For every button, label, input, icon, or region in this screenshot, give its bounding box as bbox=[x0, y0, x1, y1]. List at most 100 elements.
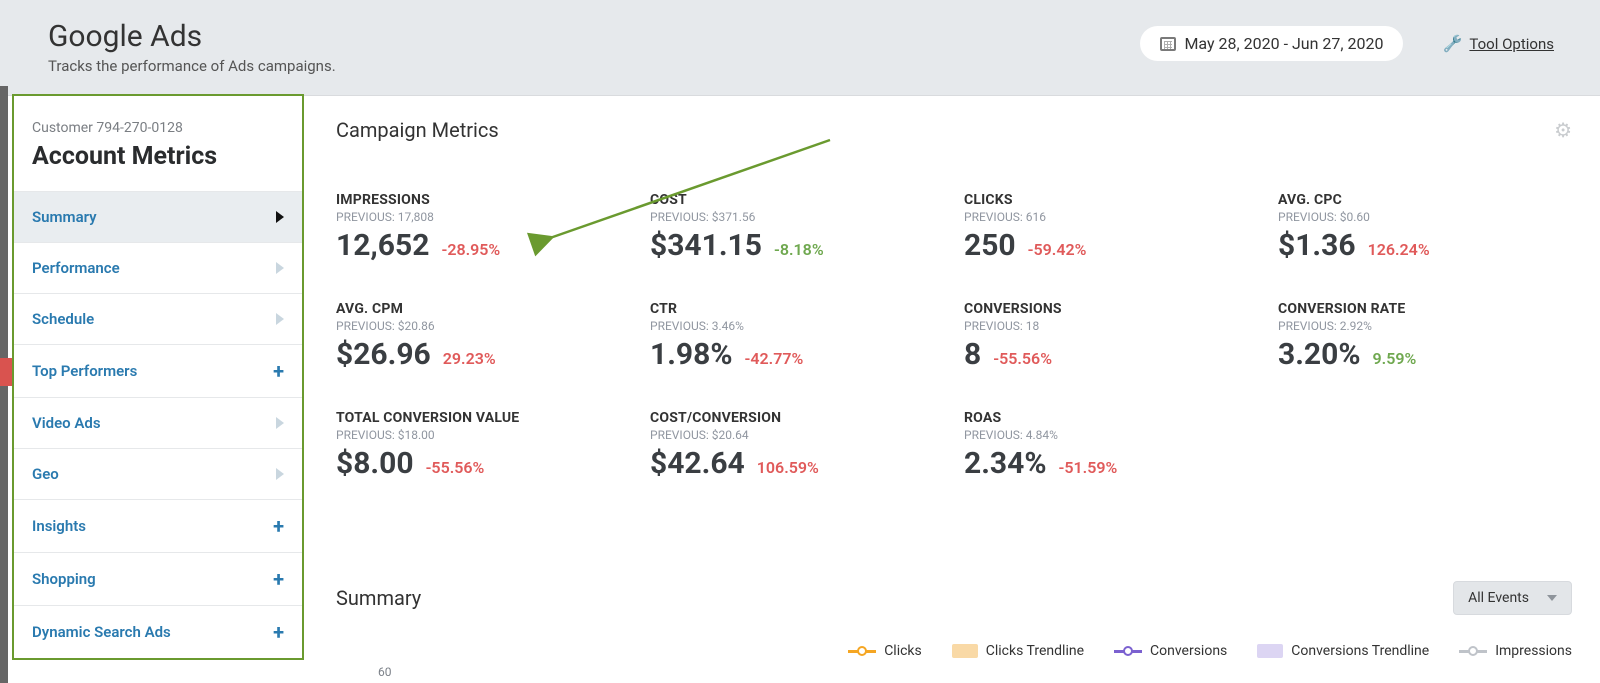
nav-item-label: Shopping bbox=[32, 570, 96, 588]
metric-label: CONVERSIONS bbox=[964, 301, 1258, 317]
metric-previous: PREVIOUS: $20.86 bbox=[336, 319, 630, 333]
metric-roas: ROAS PREVIOUS: 4.84% 2.34% -51.59% bbox=[964, 410, 1258, 481]
metric-cost: COST PREVIOUS: $371.56 $341.15 -8.18% bbox=[650, 192, 944, 263]
metric-ctr: CTR PREVIOUS: 3.46% 1.98% -42.77% bbox=[650, 301, 944, 372]
plus-icon: + bbox=[273, 569, 284, 589]
plus-icon: + bbox=[273, 622, 284, 642]
metric-avg-cpm: AVG. CPMPREVIOUS: $20.86$26.9629.23% bbox=[336, 301, 630, 372]
legend-impressions[interactable]: Impressions bbox=[1459, 643, 1572, 659]
nav-item-label: Insights bbox=[32, 517, 86, 535]
gear-icon[interactable]: ⚙ bbox=[1554, 118, 1572, 142]
nav-item-label: Performance bbox=[32, 259, 120, 277]
section-title: Campaign Metrics bbox=[336, 118, 499, 142]
metric-change: -42.77% bbox=[745, 349, 804, 368]
metric-label: IMPRESSIONS bbox=[336, 192, 630, 208]
left-rail-marker bbox=[0, 358, 12, 386]
nav-item-top-performers[interactable]: Top Performers+ bbox=[14, 344, 302, 397]
metric-impressions: IMPRESSIONS PREVIOUS: 17,808 12,652 -28.95% bbox=[336, 192, 630, 263]
date-range-picker[interactable]: May 28, 2020 - Jun 27, 2020 bbox=[1140, 26, 1403, 61]
nav-item-video-ads[interactable]: Video Ads bbox=[14, 397, 302, 448]
page-header: Google Ads Tracks the performance of Ads… bbox=[0, 0, 1600, 96]
nav-item-geo[interactable]: Geo bbox=[14, 448, 302, 499]
metric-change: -8.18% bbox=[774, 240, 824, 259]
metric-value: $42.64 bbox=[650, 446, 745, 481]
page-title: Google Ads bbox=[48, 20, 1140, 53]
metric-clicks: CLICKSPREVIOUS: 616250-59.42% bbox=[964, 192, 1258, 263]
nav-item-label: Video Ads bbox=[32, 414, 101, 432]
metric-change: 106.59% bbox=[757, 458, 819, 477]
metric-change: 9.59% bbox=[1373, 349, 1417, 368]
metric-previous: PREVIOUS: $371.56 bbox=[650, 210, 944, 224]
metric-change: -55.56% bbox=[993, 349, 1052, 368]
metric-previous: PREVIOUS: $0.60 bbox=[1278, 210, 1572, 224]
sidebar: Customer 794-270-0128 Account Metrics Su… bbox=[12, 94, 304, 660]
metric-label: COST bbox=[650, 192, 944, 208]
metric-label: CONVERSION RATE bbox=[1278, 301, 1572, 317]
metric-value: $8.00 bbox=[336, 446, 414, 481]
metric-change: -59.42% bbox=[1028, 240, 1087, 259]
metric-label: AVG. CPM bbox=[336, 301, 630, 317]
nav-item-insights[interactable]: Insights + bbox=[14, 499, 302, 552]
nav-item-summary[interactable]: Summary bbox=[14, 191, 302, 242]
metric-previous: PREVIOUS: 616 bbox=[964, 210, 1258, 224]
metric-value: 1.98% bbox=[650, 337, 733, 372]
chevron-right-icon bbox=[276, 211, 284, 223]
metric-total-conversion-value: TOTAL CONVERSION VALUE PREVIOUS: $18.00 $8… bbox=[336, 410, 630, 481]
metric-value: 3.20% bbox=[1278, 337, 1361, 372]
sidebar-title: Account Metrics bbox=[32, 142, 284, 171]
metric-label: AVG. CPC bbox=[1278, 192, 1572, 208]
date-range-text: May 28, 2020 - Jun 27, 2020 bbox=[1184, 34, 1383, 53]
metric-value: $341.15 bbox=[650, 228, 762, 263]
legend-conversions-trendline[interactable]: Conversions Trendline bbox=[1257, 643, 1429, 659]
wrench-icon: 🔧 bbox=[1443, 34, 1463, 53]
metric-label: CLICKS bbox=[964, 192, 1258, 208]
page-subtitle: Tracks the performance of Ads campaigns. bbox=[48, 57, 1140, 75]
y-axis-tick: 60 bbox=[378, 665, 1572, 679]
tool-options[interactable]: 🔧 Tool Options bbox=[1443, 34, 1554, 53]
nav-item-label: Geo bbox=[32, 465, 59, 483]
nav-item-label: Dynamic Search Ads bbox=[32, 623, 171, 641]
chevron-right-icon bbox=[276, 262, 284, 274]
chevron-right-icon bbox=[276, 417, 284, 429]
nav-item-schedule[interactable]: Schedule bbox=[14, 293, 302, 344]
metric-conversions: CONVERSIONS PREVIOUS: 18 8 -55.56% bbox=[964, 301, 1258, 372]
nav-item-dynamic-search-ads[interactable]: Dynamic Search Ads + bbox=[14, 605, 302, 658]
metric-change: 29.23% bbox=[443, 349, 496, 368]
metric-previous: PREVIOUS: 2.92% bbox=[1278, 319, 1572, 333]
chevron-right-icon bbox=[276, 313, 284, 325]
plus-icon: + bbox=[273, 516, 284, 536]
metric-avg-cpc: AVG. CPCPREVIOUS: $0.60$1.36126.24% bbox=[1278, 192, 1572, 263]
nav-item-performance[interactable]: Performance bbox=[14, 242, 302, 293]
metric-change: -55.56% bbox=[426, 458, 485, 477]
metric-previous: PREVIOUS: $18.00 bbox=[336, 428, 630, 442]
nav-item-label: Summary bbox=[32, 208, 97, 226]
tool-options-link[interactable]: Tool Options bbox=[1469, 35, 1554, 53]
legend-clicks-trendline[interactable]: Clicks Trendline bbox=[952, 643, 1084, 659]
metric-previous: PREVIOUS: 17,808 bbox=[336, 210, 630, 224]
main-content: Campaign Metrics ⚙ IMPRESSIONS PREVIOUS: … bbox=[304, 96, 1600, 679]
legend-conversions[interactable]: Conversions bbox=[1114, 643, 1227, 659]
metric-label: ROAS bbox=[964, 410, 1258, 426]
metric-change: -28.95% bbox=[441, 240, 500, 259]
metric-previous: PREVIOUS: $20.64 bbox=[650, 428, 944, 442]
metric-value: 8 bbox=[964, 337, 981, 372]
customer-id: Customer 794-270-0128 bbox=[32, 120, 284, 136]
metric-previous: PREVIOUS: 3.46% bbox=[650, 319, 944, 333]
metric-value: 2.34% bbox=[964, 446, 1047, 481]
metric-label: CTR bbox=[650, 301, 944, 317]
metric-change: -51.59% bbox=[1059, 458, 1118, 477]
metric-previous: PREVIOUS: 4.84% bbox=[964, 428, 1258, 442]
nav-item-label: Top Performers bbox=[32, 362, 137, 380]
metric-conversion-rate: CONVERSION RATE PREVIOUS: 2.92% 3.20% 9.59% bbox=[1278, 301, 1572, 372]
metric-previous: PREVIOUS: 18 bbox=[964, 319, 1258, 333]
metric-value: 12,652 bbox=[336, 228, 429, 263]
metric-value: $1.36 bbox=[1278, 228, 1356, 263]
dropdown-label: All Events bbox=[1468, 590, 1529, 606]
legend-clicks[interactable]: Clicks bbox=[848, 643, 922, 659]
metric-label: TOTAL CONVERSION VALUE bbox=[336, 410, 630, 426]
events-dropdown[interactable]: All Events bbox=[1453, 581, 1572, 615]
chevron-right-icon bbox=[276, 468, 284, 480]
nav-item-shopping[interactable]: Shopping + bbox=[14, 552, 302, 605]
summary-title: Summary bbox=[336, 586, 421, 610]
calendar-icon bbox=[1160, 37, 1176, 51]
